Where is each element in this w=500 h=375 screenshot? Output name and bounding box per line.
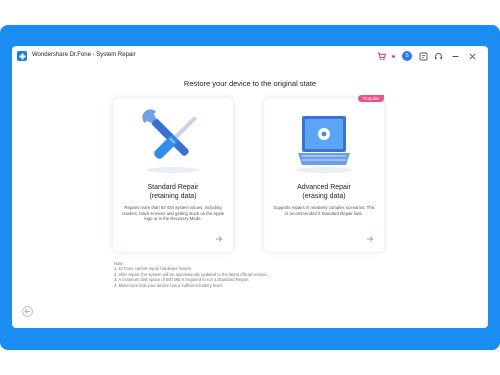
arrow-right-icon[interactable] <box>366 235 374 243</box>
title-bar: Wondershare Dr.Fone - System Repair S <box>12 46 488 66</box>
laptop-gear-icon <box>264 98 384 182</box>
arrow-right-icon[interactable] <box>215 235 223 243</box>
support-headset-icon[interactable] <box>433 51 443 61</box>
standard-repair-description: Repairs more than 50 iOS system issues, … <box>121 205 225 222</box>
window-title: Wondershare Dr.Fone - System Repair <box>32 52 136 58</box>
close-icon[interactable] <box>467 51 477 61</box>
cart-icon[interactable] <box>376 51 386 61</box>
note-item: 3. A minimum disk space of 500 MB is req… <box>114 277 249 283</box>
tools-icon <box>113 98 233 182</box>
advanced-repair-card[interactable]: Popular Advanced Repair (erasing data) S… <box>264 95 384 252</box>
standard-repair-subtitle: (retaining data) <box>149 193 197 200</box>
feedback-icon[interactable] <box>418 51 428 61</box>
advanced-repair-title: Advanced Repair <box>297 184 351 191</box>
arrow-left-icon <box>24 309 30 314</box>
notes-section: Note: 1. Dr.Fone cannot repair hardware … <box>114 261 268 288</box>
standard-repair-title: Standard Repair <box>147 184 199 191</box>
advanced-repair-description: Supports repairs in relatively complex s… <box>273 205 375 216</box>
back-button[interactable] <box>22 306 33 317</box>
app-logo-icon <box>17 51 27 61</box>
app-window: Wondershare Dr.Fone - System Repair S Re… <box>12 46 488 328</box>
page-heading: Restore your device to the original stat… <box>183 79 317 88</box>
note-item: 4. Make sure that your device has a suff… <box>114 282 223 288</box>
standard-repair-card[interactable]: Standard Repair (retaining data) Repairs… <box>113 98 233 252</box>
minimize-icon[interactable] <box>450 51 460 61</box>
avatar[interactable]: S <box>402 51 412 61</box>
notification-dot-icon <box>388 51 398 61</box>
advanced-repair-subtitle: (erasing data) <box>302 193 346 200</box>
